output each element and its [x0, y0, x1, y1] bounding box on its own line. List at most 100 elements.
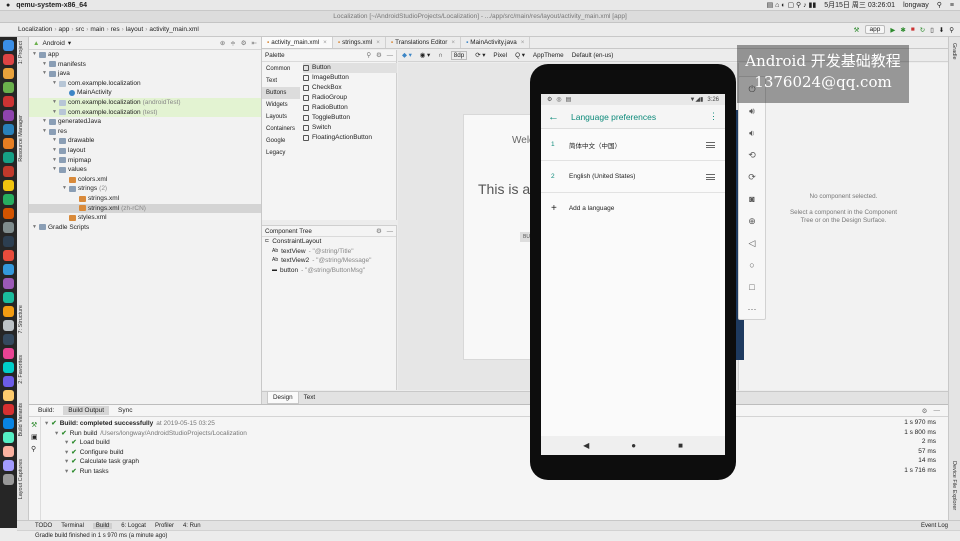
palette-item[interactable]: Button [303, 63, 397, 73]
rotate-left-icon[interactable]: ⟲ [748, 149, 756, 161]
nav-recents-icon[interactable]: ■ [678, 441, 683, 450]
tree-item[interactable]: ▼ strings (2) [29, 184, 261, 194]
zoom-icon[interactable]: ⊕ [748, 215, 756, 227]
component-tree-row[interactable]: ▬ button - "@string/ButtonMsg" [262, 266, 396, 276]
close-icon[interactable]: × [376, 39, 380, 46]
tree-item[interactable]: ▼ manifests [29, 60, 261, 70]
expand-arrow-icon[interactable]: ▼ [52, 98, 59, 108]
build-row[interactable]: ▾ ✔ Run build/Users/longway/AndroidStudioP… [55, 429, 247, 439]
expand-arrow-icon[interactable]: ▼ [52, 165, 59, 175]
app-icon[interactable] [3, 264, 14, 275]
breadcrumb-item[interactable]: Localization [18, 26, 52, 33]
run-config-select[interactable]: app [864, 25, 886, 34]
menu-list-icon[interactable]: ≡ [950, 2, 954, 9]
tool-todo[interactable]: TODO [35, 523, 52, 529]
editor-tab[interactable]: ▪ Translations Editor × [386, 37, 462, 48]
apple-icon[interactable]: ● [6, 2, 10, 9]
favorites-tab[interactable]: 2: Favorites [18, 355, 24, 384]
tree-item[interactable]: strings.xml [29, 194, 261, 204]
palette-category[interactable]: Legacy [262, 147, 300, 159]
minimize-icon[interactable]: — [387, 52, 393, 59]
tree-item[interactable]: colors.xml [29, 175, 261, 185]
palette-item[interactable]: ToggleButton [303, 113, 397, 123]
app-icon[interactable] [3, 306, 14, 317]
tool-event-log[interactable]: Event Log [921, 523, 960, 529]
tool-run[interactable]: 4: Run [183, 523, 201, 529]
tree-item[interactable]: strings.xml (zh-rCN) [29, 203, 261, 214]
build-row[interactable]: ▾ ✔ Calculate task graph [65, 457, 142, 467]
minimize-icon[interactable]: — [387, 228, 393, 235]
component-tree-row[interactable]: Ab textView2- "@string/Message" [262, 256, 396, 266]
palette-item[interactable]: CheckBox [303, 83, 397, 93]
app-icon[interactable] [3, 334, 14, 345]
tab-sync[interactable]: Sync [113, 406, 137, 415]
eye-icon[interactable]: ◉ ▾ [420, 52, 430, 59]
palette-category[interactable]: Buttons [262, 87, 300, 99]
project-view-select[interactable]: Android [42, 40, 64, 47]
breadcrumb-item[interactable]: res [111, 26, 120, 33]
app-icon[interactable] [3, 96, 14, 107]
nav-back-icon[interactable]: ◀ [583, 441, 589, 450]
overview-icon[interactable]: □ [749, 281, 754, 293]
hammer-icon[interactable]: ⚒ [31, 421, 38, 429]
palette-category[interactable]: Widgets [262, 99, 300, 111]
close-icon[interactable]: × [521, 39, 525, 46]
expand-arrow-icon[interactable]: ▾ [55, 429, 58, 439]
app-icon[interactable] [3, 208, 14, 219]
gear-icon[interactable]: ⚙ [922, 407, 928, 415]
chevron-down-icon[interactable]: ▾ [68, 39, 71, 47]
component-tree-row[interactable]: Ab textView - "@string/Title" [262, 247, 396, 257]
app-icon[interactable] [3, 110, 14, 121]
app-name[interactable]: qemu-system-x86_64 [16, 2, 87, 9]
preview-message-text[interactable]: This is a [478, 181, 530, 197]
app-icon[interactable] [3, 460, 14, 471]
sync-icon[interactable]: ↻ [920, 26, 925, 34]
theme-select[interactable]: AppTheme [533, 52, 564, 59]
tree-item[interactable]: ▼ java [29, 69, 261, 79]
app-icon[interactable] [3, 138, 14, 149]
tree-item[interactable]: ▼ res [29, 127, 261, 137]
app-icon[interactable] [3, 68, 14, 79]
tree-item[interactable]: ▼ com.example.localization [29, 79, 261, 89]
add-language-button[interactable]: + Add a language [541, 193, 725, 223]
tree-item[interactable]: styles.xml [29, 213, 261, 223]
structure-tab[interactable]: 7: Structure [18, 305, 24, 333]
tab-design[interactable]: Design [267, 392, 299, 404]
search-icon[interactable]: ⚲ [937, 1, 942, 9]
app-icon[interactable] [3, 432, 14, 443]
breadcrumb-item[interactable]: layout [126, 26, 143, 33]
expand-arrow-icon[interactable]: ▼ [32, 50, 39, 60]
tree-item[interactable]: ▼ com.example.localization (test) [29, 107, 261, 118]
app-icon[interactable] [3, 166, 14, 177]
avd-manager-icon[interactable]: ▯ [930, 26, 934, 34]
magnet-icon[interactable]: ∩ [438, 52, 443, 59]
nav-home-icon[interactable]: ● [631, 441, 636, 450]
expand-arrow-icon[interactable]: ▾ [65, 467, 68, 477]
breadcrumb-item[interactable]: activity_main.xml [149, 26, 198, 33]
app-icon[interactable] [3, 376, 14, 387]
hammer-icon[interactable]: ⚒ [854, 26, 860, 34]
gear-icon[interactable]: ⚙ [376, 228, 382, 235]
close-icon[interactable]: × [451, 39, 455, 46]
collapse-icon[interactable]: ≑ [230, 39, 235, 47]
expand-arrow-icon[interactable]: ▼ [52, 108, 59, 118]
more-vert-icon[interactable]: ⋮ [709, 111, 718, 122]
rotate-right-icon[interactable]: ⟳ [748, 171, 756, 183]
component-tree-row[interactable]: ⊏ ConstraintLayout [262, 237, 396, 247]
palette-category[interactable]: Google [262, 135, 300, 147]
layers-icon[interactable]: ◆ ▾ [402, 52, 412, 59]
language-item[interactable]: 2 English (United States) [541, 161, 725, 193]
expand-arrow-icon[interactable]: ▼ [32, 223, 39, 233]
tool-logcat[interactable]: 6: Logcat [121, 523, 146, 529]
palette-item[interactable]: RadioButton [303, 103, 397, 113]
volume-down-icon[interactable]: 🔉︎ [749, 127, 755, 139]
breadcrumb-item[interactable]: main [90, 26, 104, 33]
orientation-icon[interactable]: ⟳ ▾ [475, 52, 485, 59]
editor-tab[interactable]: ▪ activity_main.xml × [262, 37, 333, 48]
back-icon[interactable]: ◁ [749, 237, 756, 249]
drag-handle-icon[interactable] [706, 141, 715, 148]
palette-category[interactable]: Text [262, 75, 300, 87]
build-variants-tab[interactable]: Build Variants [18, 403, 24, 437]
device-select[interactable]: Pixel [493, 52, 507, 59]
drag-handle-icon[interactable] [706, 173, 715, 180]
